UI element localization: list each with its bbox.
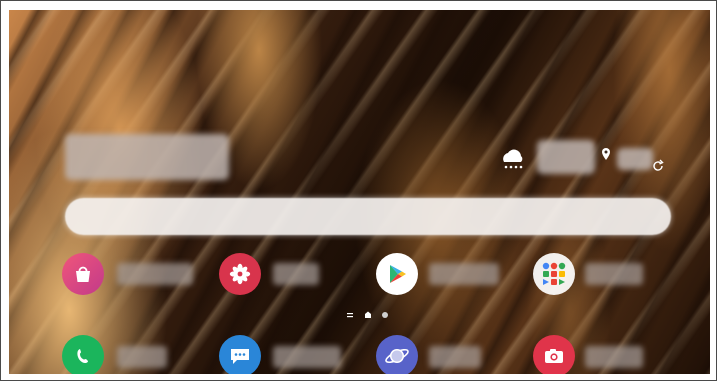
location-pin-icon (602, 148, 610, 160)
samsung-internet-label (429, 346, 481, 368)
google-folder-label (585, 263, 643, 285)
google-folder[interactable] (533, 253, 575, 295)
play-store-icon (390, 265, 406, 283)
samsung-internet-app[interactable] (376, 335, 418, 374)
phone-icon (77, 349, 88, 363)
clock-widget[interactable] (65, 134, 229, 180)
messages-app[interactable] (219, 335, 261, 374)
phone-app[interactable] (62, 335, 104, 374)
weather-location (617, 148, 653, 170)
gallery-label (273, 263, 319, 285)
galaxy-store-label (117, 263, 193, 285)
play-store-label (429, 263, 499, 285)
home-screen-wallpaper (9, 10, 710, 374)
screenshot-frame (0, 0, 717, 381)
weather-temperature (537, 140, 595, 174)
page-indicator-dot (382, 312, 388, 318)
page-indicator-home-icon (365, 311, 371, 318)
gallery-icon (229, 263, 251, 285)
messages-label (273, 346, 341, 368)
google-folder-icon (542, 262, 566, 285)
search-bar[interactable] (65, 198, 671, 235)
camera-app[interactable] (533, 335, 575, 374)
phone-label (117, 346, 167, 368)
page-indicator[interactable] (345, 310, 391, 320)
weather-rain-icon[interactable] (497, 148, 527, 172)
galaxy-store-icon (76, 266, 90, 282)
samsung-internet-icon (385, 348, 409, 364)
page-indicator-menu-icon (347, 313, 353, 315)
gallery-app[interactable] (219, 253, 261, 295)
refresh-icon[interactable] (651, 159, 665, 173)
galaxy-store-app[interactable] (62, 253, 104, 295)
camera-label (585, 346, 643, 368)
camera-icon (545, 349, 563, 363)
messages-icon (231, 349, 249, 364)
play-store-app[interactable] (376, 253, 418, 295)
